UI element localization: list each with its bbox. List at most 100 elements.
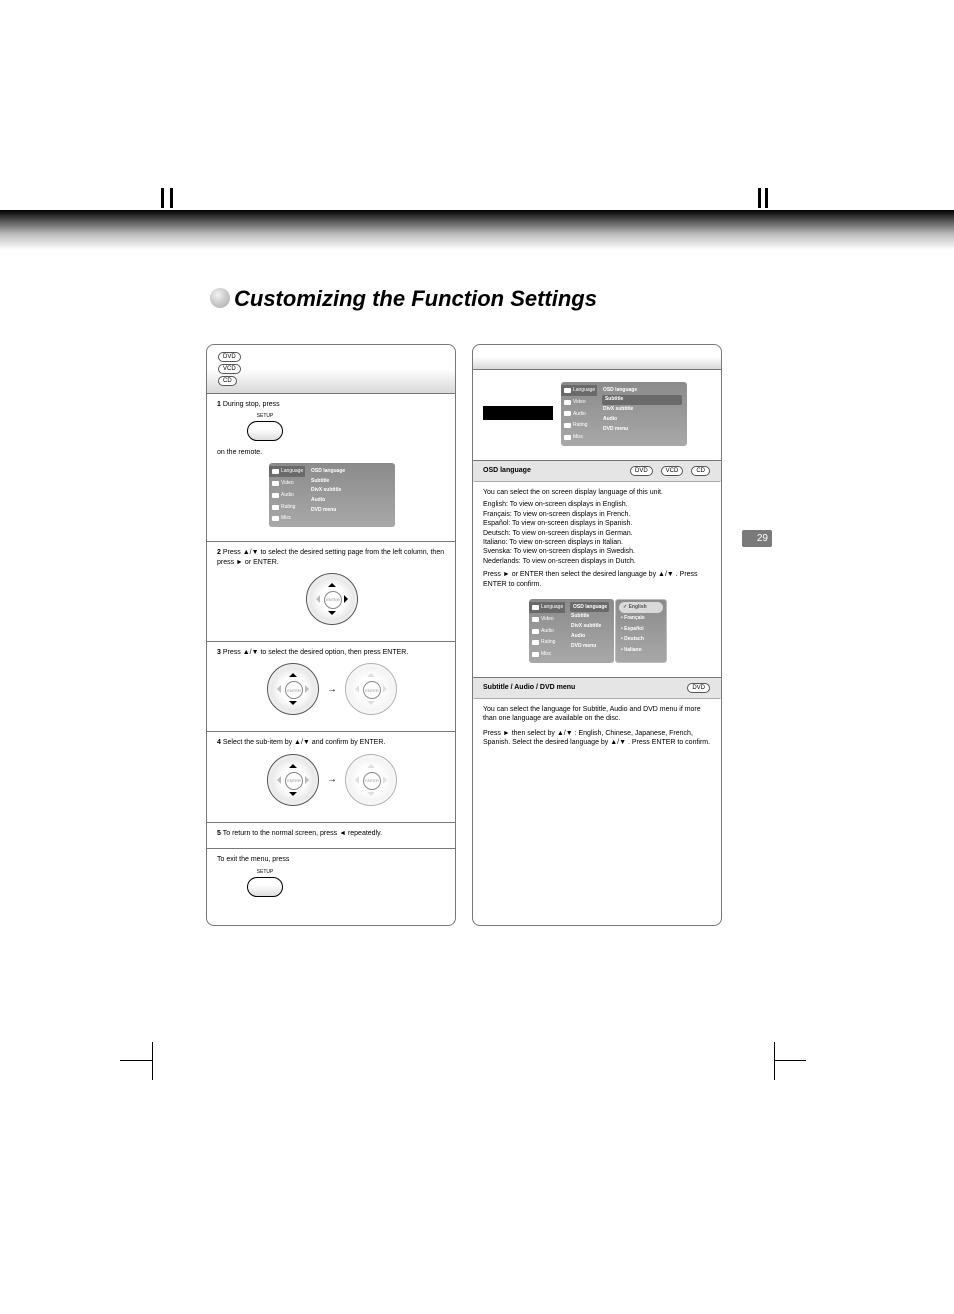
lang-option: Svenska: To view on-screen displays in S…: [483, 547, 713, 556]
osd-tab: Rating: [573, 422, 587, 429]
disc-badge: DVD: [218, 352, 241, 362]
osd-screenshot: Language Video Audio Rating Misc OSD lan…: [269, 463, 395, 527]
crop-corner-icon: [126, 1040, 166, 1080]
osd-sub-item: English: [619, 602, 663, 613]
crop-corner-icon: [760, 1040, 800, 1080]
enter-button-icon: ENTER: [324, 591, 342, 609]
dpad-icon: ENTER: [306, 573, 358, 625]
misc-icon: [532, 652, 539, 657]
arrow-icon: →: [327, 773, 337, 787]
section-step: Press ► or ENTER then select the desired…: [483, 570, 713, 589]
osd-screenshot: Language Video Audio Rating Misc OSD lan…: [561, 382, 687, 446]
osd-tab: Misc: [281, 515, 291, 522]
step-2: 2 Press ▲/▼ to select the desired settin…: [207, 542, 455, 642]
language-icon: [272, 469, 279, 474]
video-icon: [564, 400, 571, 405]
osd-screenshot-lang: Language Video Audio Rating Misc OSD lan…: [529, 599, 667, 663]
step-number: 5: [217, 830, 221, 837]
lang-option: Nederlands: To view on-screen displays i…: [483, 557, 713, 566]
step-text: To return to the normal screen, press ◄ …: [223, 830, 382, 837]
misc-icon: [272, 516, 279, 521]
enter-button-icon: ENTER: [285, 681, 303, 699]
step-number: 1: [217, 401, 221, 408]
section-step: Press ► then select by ▲/▼ : English, Ch…: [483, 729, 713, 748]
page-title-text: Customizing the Function Settings: [234, 286, 597, 311]
crop-mark: [765, 188, 768, 208]
dpad-icon: ENTER: [267, 663, 319, 715]
step-number: 3: [217, 649, 221, 656]
section-subtitle: OSD language: [483, 466, 531, 475]
lang-option: Español: To view on-screen displays in S…: [483, 519, 713, 528]
setup-button-icon: [247, 877, 283, 897]
section-subtitle: Subtitle / Audio / DVD menu: [483, 683, 575, 692]
osd-item: Subtitle: [602, 395, 682, 405]
video-icon: [532, 617, 539, 622]
osd-item: DVD menu: [570, 641, 609, 651]
misc-icon: [564, 435, 571, 440]
enter-button-icon: ENTER: [285, 772, 303, 790]
osd-tab: Audio: [281, 492, 294, 499]
osd-item: Subtitle: [310, 476, 390, 486]
dpad-icon: ENTER: [267, 754, 319, 806]
left-procedure-column: DVD VCD CD 1 During stop, press SETUP on…: [206, 344, 456, 926]
osd-item: OSD language: [602, 385, 682, 395]
osd-item: DivX subtitle: [570, 622, 609, 632]
osd-tab: Misc: [573, 434, 583, 441]
step-text: Press ▲/▼ to select the desired setting …: [217, 549, 444, 565]
disc-badge: VCD: [661, 466, 684, 476]
osd-item: Subtitle: [570, 612, 609, 622]
header-gradient: [0, 210, 954, 250]
step-6: To exit the menu, press SETUP: [207, 849, 455, 925]
right-explanation-column: Language Video Audio Rating Misc OSD lan…: [472, 344, 722, 926]
step-text-after: on the remote.: [217, 449, 262, 456]
osd-sub-item: Français: [619, 613, 663, 624]
disc-badge: CD: [691, 466, 710, 476]
step-5: 5 To return to the normal screen, press …: [207, 823, 455, 849]
osd-tab: Language: [573, 387, 595, 394]
step-text: Press ▲/▼ to select the desired option, …: [223, 649, 408, 656]
osd-tab: Video: [281, 480, 294, 487]
step-number: 4: [217, 739, 221, 746]
arrow-icon: →: [327, 683, 337, 697]
video-icon: [272, 481, 279, 486]
crop-mark: [758, 188, 761, 208]
osd-item: DVD menu: [602, 424, 682, 434]
disc-badge: VCD: [218, 364, 241, 374]
disc-type-header: DVD VCD CD: [207, 345, 455, 394]
right-header: [473, 345, 721, 370]
dpad-icon-faded: ENTER: [345, 663, 397, 715]
step-3: 3 Press ▲/▼ to select the desired option…: [207, 642, 455, 732]
osd-item: DivX subtitle: [602, 405, 682, 415]
osd-sub-item: Español: [619, 624, 663, 635]
enter-button-icon: ENTER: [363, 772, 381, 790]
osd-tab: Audio: [541, 628, 554, 635]
lang-option: Italiano: To view on-screen displays in …: [483, 538, 713, 547]
step-text: To exit the menu, press: [217, 856, 289, 863]
step-4: 4 Select the sub-item by ▲/▼ and confirm…: [207, 732, 455, 822]
dpad-icon-faded: ENTER: [345, 754, 397, 806]
step-text: Select the sub-item by ▲/▼ and confirm b…: [223, 739, 385, 746]
osd-item: DVD menu: [310, 505, 390, 515]
osd-item: OSD language: [310, 466, 390, 476]
lang-option: Français: To view on-screen displays in …: [483, 510, 713, 519]
osd-item: Audio: [570, 631, 609, 641]
osd-tab: Language: [281, 468, 303, 475]
osd-item: OSD language: [570, 602, 609, 612]
osd-tab: Rating: [281, 504, 295, 511]
disc-badge: CD: [218, 376, 237, 386]
crop-mark: [170, 188, 173, 208]
rating-icon: [564, 423, 571, 428]
section-body: You can select the on screen display lan…: [483, 488, 713, 497]
lang-option: English: To view on-screen displays in E…: [483, 500, 713, 509]
language-icon: [564, 388, 571, 393]
osd-item: Audio: [310, 496, 390, 506]
osd-tab: Rating: [541, 639, 555, 646]
page-title: Customizing the Function Settings: [0, 286, 954, 312]
rating-icon: [272, 505, 279, 510]
page-number: 29: [742, 530, 772, 547]
osd-tab: Video: [541, 616, 554, 623]
osd-sub-item: Italiano: [619, 645, 663, 656]
rating-icon: [532, 640, 539, 645]
step-1: 1 During stop, press SETUP on the remote…: [207, 394, 455, 542]
osd-tab: Video: [573, 399, 586, 406]
